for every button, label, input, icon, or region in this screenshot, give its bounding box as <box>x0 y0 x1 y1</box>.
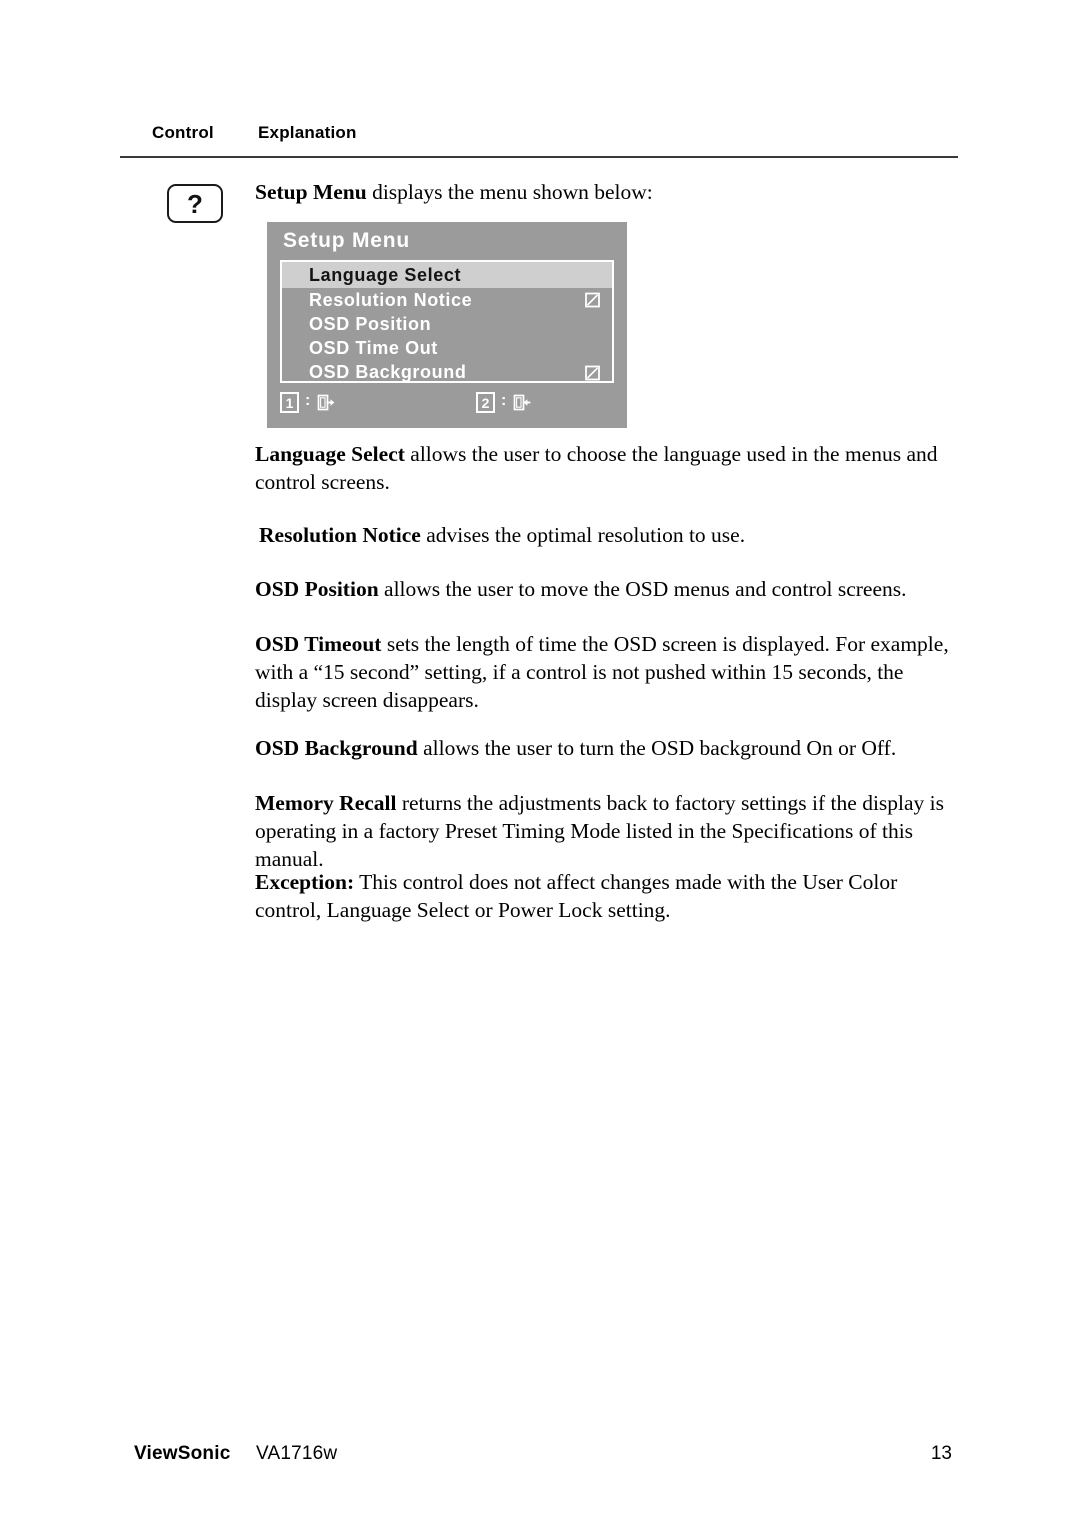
lead-exception: Exception: <box>255 870 355 894</box>
osd-key-legend: 1 : 2 : <box>280 392 614 420</box>
footer-page-number: 13 <box>930 1443 952 1464</box>
lead-memory-recall: Memory Recall <box>255 791 397 815</box>
paragraph-osd-background: OSD Background allows the user to turn t… <box>255 734 955 762</box>
paragraph-setup-menu-intro: Setup Menu displays the menu shown below… <box>255 178 955 206</box>
text-resolution-notice: advises the optimal resolution to use. <box>420 523 746 547</box>
question-mark-glyph: ? <box>187 188 203 219</box>
lead-osd-position: OSD Position <box>255 577 379 601</box>
text-osd-position: allows the user to move the OSD menus an… <box>378 577 907 601</box>
lead-language-select: Language Select <box>255 442 405 466</box>
lead-osd-background: OSD Background <box>255 736 418 760</box>
table-header: Control Explanation <box>120 120 960 150</box>
enter-left-icon <box>512 392 533 413</box>
key-separator: : <box>305 392 311 409</box>
column-header-control: Control <box>152 123 214 142</box>
osd-item-label: Language Select <box>309 264 462 285</box>
osd-item-osd-position[interactable]: OSD Position <box>282 312 612 336</box>
paragraph-osd-position: OSD Position allows the user to move the… <box>255 575 955 603</box>
lead-osd-timeout: OSD Timeout <box>255 632 382 656</box>
osd-item-resolution-notice[interactable]: Resolution Notice <box>282 288 612 312</box>
osd-item-label: OSD Time Out <box>309 337 438 358</box>
osd-item-label: OSD Background <box>309 362 467 383</box>
column-header-explanation: Explanation <box>258 123 357 142</box>
footer-model: VA1716w <box>256 1443 338 1464</box>
key-number-box: 1 <box>280 392 299 413</box>
footer-brand: ViewSonic <box>134 1443 231 1464</box>
osd-menu-list: Language Select Resolution Notice OSD Po… <box>280 260 614 383</box>
osd-item-osd-time-out[interactable]: OSD Time Out <box>282 336 612 360</box>
paragraph-memory-recall: Memory Recall returns the adjustments ba… <box>255 789 960 873</box>
checkbox-checked-icon[interactable] <box>585 292 600 308</box>
page-footer: ViewSonic VA1716w 13 <box>120 1443 958 1473</box>
osd-title: Setup Menu <box>283 229 410 252</box>
osd-key-legend-2: 2 : <box>476 392 533 413</box>
osd-item-label: Resolution Notice <box>309 289 473 310</box>
checkbox-checked-icon[interactable] <box>585 365 600 381</box>
osd-key-legend-1: 1 : <box>280 392 337 413</box>
key-number-box: 2 <box>476 392 495 413</box>
question-mark-icon: ? <box>167 184 223 223</box>
paragraph-language-select: Language Select allows the user to choos… <box>255 440 967 496</box>
osd-setup-menu-screenshot: Setup Menu Language Select Resolution No… <box>267 222 627 428</box>
paragraph-resolution-notice: Resolution Notice advises the optimal re… <box>259 521 959 549</box>
lead-resolution-notice: Resolution Notice <box>259 523 421 547</box>
paragraph-osd-timeout: OSD Timeout sets the length of time the … <box>255 630 957 714</box>
osd-item-label: OSD Position <box>309 313 432 334</box>
header-divider-rule <box>120 156 958 158</box>
key-separator: : <box>501 392 507 409</box>
text-osd-background: allows the user to turn the OSD backgrou… <box>417 736 897 760</box>
lead-setup-menu: Setup Menu <box>255 180 367 204</box>
document-page: Control Explanation ? Setup Menu display… <box>0 0 1080 1527</box>
osd-item-language-select[interactable]: Language Select <box>282 262 612 288</box>
osd-item-osd-background[interactable]: OSD Background <box>282 361 612 385</box>
exit-right-icon <box>316 392 337 413</box>
paragraph-exception: Exception: This control does not affect … <box>255 868 955 924</box>
text-setup-menu: displays the menu shown below: <box>366 180 653 204</box>
